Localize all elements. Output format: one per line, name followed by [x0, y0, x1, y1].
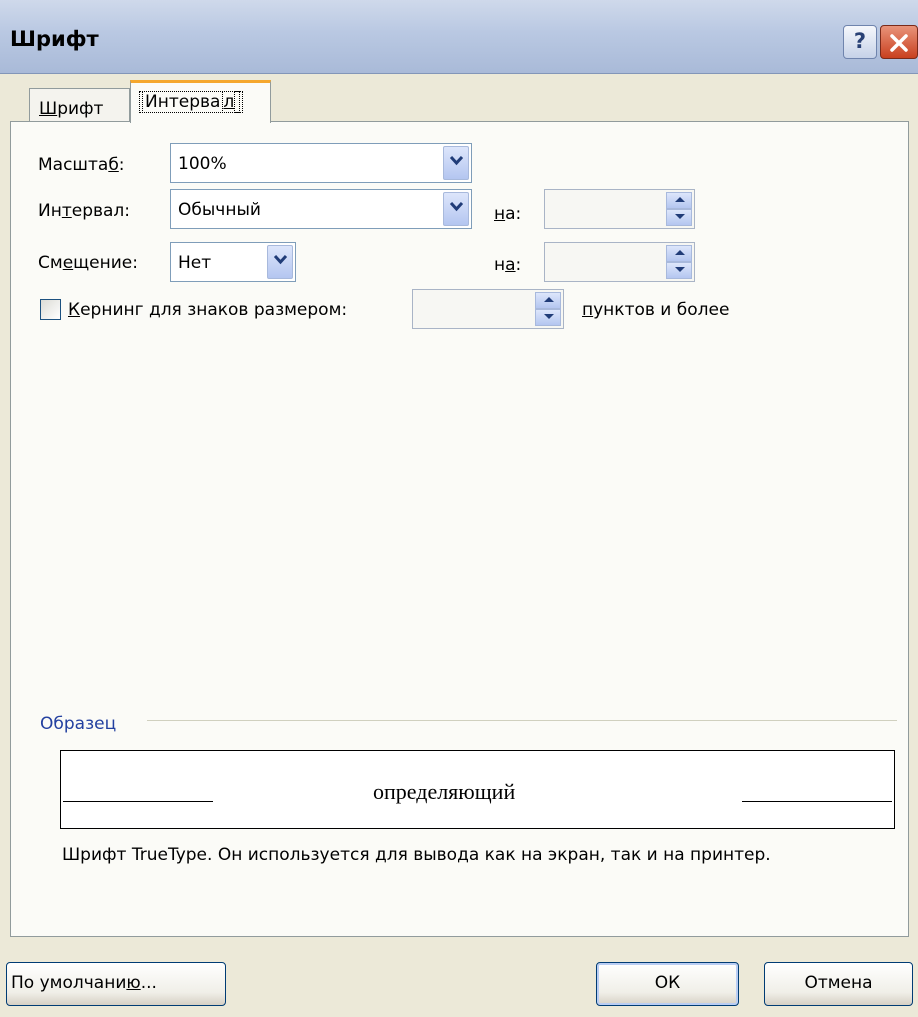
arrow-up-icon [544, 297, 554, 302]
arrow-down-icon [544, 314, 554, 319]
spacing-dropdown-button[interactable] [443, 192, 469, 226]
scale-label: Масштаб: [38, 155, 125, 175]
sample-group-divider [147, 720, 897, 721]
kerning-label[interactable]: Кернинг для знаков размером: [68, 300, 347, 320]
offset-value: Нет [178, 253, 212, 273]
cancel-button[interactable]: Отмена [764, 962, 913, 1006]
offset-dropdown-button[interactable] [267, 245, 293, 279]
arrow-up-icon [675, 197, 685, 202]
kerning-checkbox[interactable] [40, 299, 61, 320]
kerning-suffix-label: пунктов и более [582, 300, 730, 320]
dialog-title: Шрифт [10, 27, 99, 51]
close-icon [890, 34, 908, 52]
spin-up-button[interactable] [666, 245, 692, 262]
arrow-down-icon [675, 214, 685, 219]
font-description: Шрифт TrueType. Он используется для выво… [62, 845, 771, 865]
spacing-by-spinner[interactable] [544, 189, 695, 229]
spin-up-button[interactable] [666, 192, 692, 209]
spacing-value: Обычный [178, 200, 261, 220]
scale-combobox[interactable]: 100% [170, 143, 472, 183]
chevron-down-icon [274, 255, 287, 265]
arrow-down-icon [675, 267, 685, 272]
ok-button[interactable]: ОК [596, 962, 739, 1006]
spin-down-button[interactable] [535, 309, 561, 326]
spacing-combobox[interactable]: Обычный [170, 189, 472, 229]
preview-text: определяющий [373, 779, 516, 804]
tab-font[interactable]: Шрифт [29, 88, 130, 122]
close-button[interactable] [880, 25, 918, 59]
chevron-down-icon [450, 202, 463, 212]
default-button[interactable]: По умолчанию... [6, 962, 226, 1006]
arrow-up-icon [675, 250, 685, 255]
tab-spacing[interactable]: Интерва л [130, 80, 271, 123]
help-button[interactable]: ? [843, 25, 877, 59]
preview-rule-right [742, 801, 892, 802]
offset-label: Смещение: [38, 253, 138, 273]
offset-by-spinner[interactable] [544, 242, 695, 282]
kerning-size-spinner[interactable] [412, 289, 564, 329]
chevron-down-icon [450, 156, 463, 166]
offset-by-label: на: [494, 255, 522, 275]
spin-down-button[interactable] [666, 209, 692, 226]
scale-value: 100% [178, 154, 227, 174]
sample-group-label: Образец [40, 714, 117, 734]
spacing-label: Интервал: [38, 201, 131, 221]
scale-dropdown-button[interactable] [443, 146, 469, 180]
title-bar: Шрифт ? [0, 0, 918, 74]
offset-combobox[interactable]: Нет [170, 242, 296, 282]
spin-down-button[interactable] [666, 262, 692, 279]
spacing-by-label: на: [494, 204, 522, 224]
sample-preview: определяющий [60, 750, 895, 829]
preview-rule-left [63, 801, 213, 802]
spin-up-button[interactable] [535, 292, 561, 309]
